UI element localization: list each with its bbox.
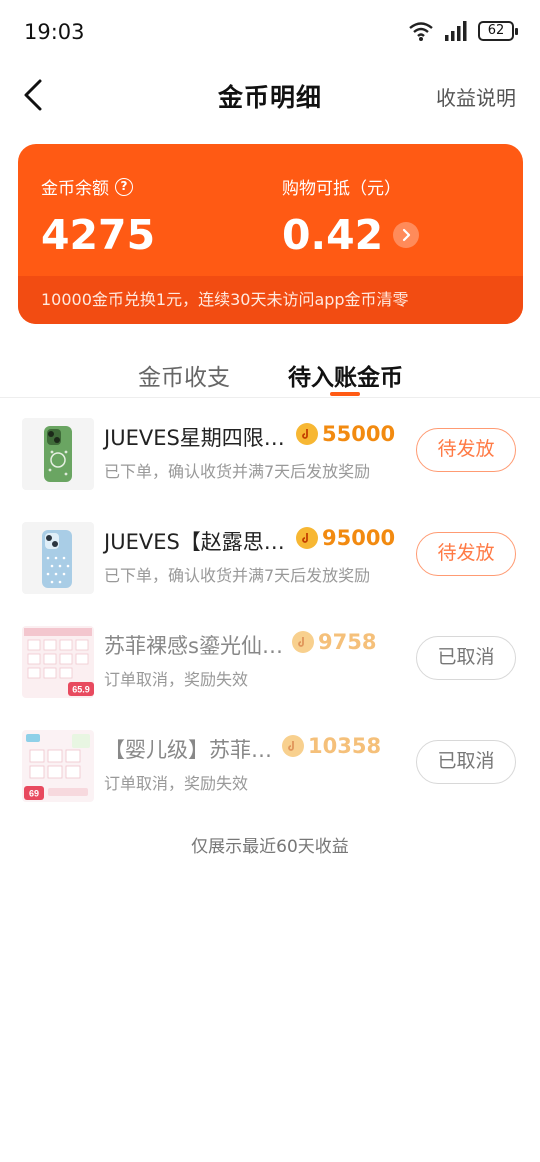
status-bar: 19:03 62 — [0, 0, 540, 64]
signal-icon — [445, 21, 467, 41]
coin-balance-label: 金币余额 — [41, 179, 109, 199]
record-desc: 订单取消，奖励失效 — [104, 774, 249, 793]
record-title: JUEVES【赵露思… — [104, 530, 285, 554]
coin-icon — [292, 631, 314, 653]
shopping-deduction-value: 0.42 — [282, 211, 384, 259]
list-item[interactable]: 65.9 苏菲裸感s鎏光仙… 9758 订单取消，奖励失效 已取消 — [0, 608, 540, 712]
record-title: 苏菲裸感s鎏光仙… — [104, 634, 283, 658]
status-button-pending[interactable]: 待发放 — [416, 532, 516, 576]
status-button-cancelled[interactable]: 已取消 — [416, 740, 516, 784]
coin-balance-value: 4275 — [41, 211, 156, 259]
status-button-cancelled[interactable]: 已取消 — [416, 636, 516, 680]
coin-balance-value-row: 4275 — [41, 211, 155, 259]
coin-balance: 金币余额 ? 4275 — [41, 174, 155, 259]
product-thumbnail — [22, 522, 94, 594]
coin-icon — [296, 527, 318, 549]
coin-summary-card: 金币余额 ? 4275 购物可抵（元） 0.42 10000金币兑换1元，连续3… — [18, 144, 523, 324]
product-thumbnail: 69 — [22, 730, 94, 802]
chevron-right-icon[interactable] — [393, 222, 420, 248]
record-desc: 已下单，确认收货并满7天后发放奖励 — [104, 566, 371, 585]
coin-badge: 9758 — [292, 630, 376, 654]
coin-badge: 10358 — [282, 734, 381, 758]
coin-icon — [296, 423, 318, 445]
thumb-price-label: 69 — [29, 789, 39, 799]
help-icon[interactable]: ? — [115, 177, 133, 196]
record-desc: 订单取消，奖励失效 — [104, 670, 249, 689]
coin-card-footer: 10000金币兑换1元，连续30天未访问app金币清零 — [18, 276, 523, 324]
coin-icon — [282, 735, 304, 757]
list-item[interactable]: JUEVES星期四限… 55000 已下单，确认收货并满7天后发放奖励 待发放 — [0, 400, 540, 504]
shopping-deduction-label: 购物可抵（元） — [282, 179, 401, 199]
footnote: 仅展示最近60天收益 — [191, 837, 349, 857]
record-desc: 已下单，确认收货并满7天后发放奖励 — [104, 462, 371, 481]
coin-amount: 55000 — [322, 422, 396, 446]
tab-pending-coins[interactable]: 待入账金币 — [288, 358, 403, 392]
earnings-info-link[interactable]: 收益说明 — [436, 82, 516, 111]
shopping-deduction-value-row: 0.42 — [282, 211, 420, 259]
coin-amount: 95000 — [322, 526, 396, 550]
shopping-deduction-label-row: 购物可抵（元） — [282, 174, 419, 199]
tab-bar: 金币收支 待入账金币 — [0, 348, 540, 398]
status-time: 19:03 — [24, 20, 85, 44]
product-thumbnail: 65.9 — [22, 626, 94, 698]
record-list: JUEVES星期四限… 55000 已下单，确认收货并满7天后发放奖励 待发放 — [0, 400, 540, 816]
coin-badge: 55000 — [296, 422, 395, 446]
status-button-pending[interactable]: 待发放 — [416, 428, 516, 472]
coin-badge: 95000 — [296, 526, 395, 550]
shopping-deduction[interactable]: 购物可抵（元） 0.42 — [282, 174, 420, 259]
product-thumbnail — [22, 418, 94, 490]
record-title: 【婴儿级】苏菲… — [104, 738, 272, 762]
list-item[interactable]: 69 【婴儿级】苏菲… 10358 订单取消，奖励失效 已取消 — [0, 712, 540, 816]
tab-coin-income-expense[interactable]: 金币收支 — [138, 358, 230, 392]
coin-amount: 10358 — [308, 734, 382, 758]
status-icons: 62 — [408, 20, 518, 42]
list-item[interactable]: JUEVES【赵露思… 95000 已下单，确认收货并满7天后发放奖励 待发放 — [0, 504, 540, 608]
thumb-price-label: 65.9 — [72, 685, 90, 695]
battery-icon: 62 — [478, 21, 518, 41]
nav-bar: 金币明细 收益说明 — [0, 64, 540, 126]
wifi-icon — [409, 22, 433, 41]
record-title: JUEVES星期四限… — [104, 426, 285, 450]
coin-balance-label-row: 金币余额 ? — [41, 174, 155, 199]
coin-amount: 9758 — [318, 630, 377, 654]
tab-indicator — [330, 392, 360, 396]
